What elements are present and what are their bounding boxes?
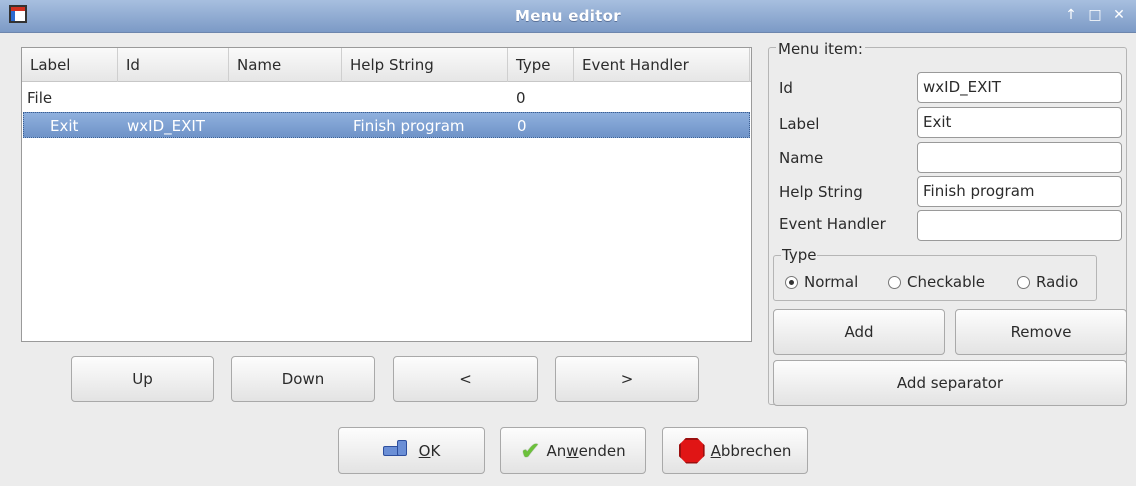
apply-button[interactable]: ✔ Anwenden <box>500 427 646 474</box>
help-string-label: Help String <box>779 183 863 201</box>
up-button[interactable]: Up <box>71 356 214 402</box>
type-checkable-radio[interactable]: Checkable <box>888 273 985 291</box>
name-field[interactable] <box>917 142 1122 173</box>
radio-unchecked-icon <box>888 275 901 289</box>
down-button[interactable]: Down <box>231 356 375 402</box>
menu-items-list[interactable]: Label Id Name Help String Type Event Han… <box>21 47 752 342</box>
type-normal-label: Normal <box>804 273 859 291</box>
row-type: 0 <box>516 89 526 107</box>
row-help: Finish program <box>353 117 465 135</box>
menu-item-group-title: Menu item: <box>776 40 865 58</box>
id-field[interactable]: wxID_EXIT <box>917 72 1122 103</box>
type-radio-radio[interactable]: Radio <box>1017 273 1078 291</box>
add-button[interactable]: Add <box>773 309 945 355</box>
radio-unchecked-icon <box>1017 275 1030 289</box>
help-string-field[interactable]: Finish program <box>917 176 1122 207</box>
ok-button[interactable]: OK <box>338 427 485 474</box>
column-help-string[interactable]: Help String <box>342 48 508 82</box>
ok-label: OK <box>418 441 441 460</box>
outdent-button[interactable]: < <box>393 356 538 402</box>
row-label: Exit <box>50 117 79 135</box>
row-label: File <box>27 89 53 107</box>
indent-button[interactable]: > <box>555 356 699 402</box>
column-name[interactable]: Name <box>229 48 342 82</box>
cancel-label: Abbrechen <box>710 441 792 460</box>
list-header: Label Id Name Help String Type Event Han… <box>22 48 751 82</box>
column-label[interactable]: Label <box>22 48 118 82</box>
ok-arrow-icon <box>382 439 411 462</box>
radio-checked-icon <box>785 275 798 289</box>
check-icon: ✔ <box>520 436 541 465</box>
id-label: Id <box>779 79 793 97</box>
title-bar: Menu editor ↑ □ ✕ <box>0 0 1136 33</box>
event-handler-field[interactable] <box>917 210 1122 241</box>
column-event-handler[interactable]: Event Handler <box>574 48 750 82</box>
type-checkable-label: Checkable <box>907 273 985 291</box>
label-label: Label <box>779 115 820 133</box>
label-field[interactable]: Exit <box>917 107 1122 138</box>
row-id: wxID_EXIT <box>127 117 205 135</box>
remove-button[interactable]: Remove <box>955 309 1127 355</box>
row-type: 0 <box>517 117 527 135</box>
name-label: Name <box>779 149 824 167</box>
add-separator-button[interactable]: Add separator <box>773 360 1127 406</box>
list-row-file[interactable]: File 0 <box>23 85 750 111</box>
list-row-exit[interactable]: Exit wxID_EXIT Finish program 0 <box>23 112 750 138</box>
column-type[interactable]: Type <box>508 48 574 82</box>
column-id[interactable]: Id <box>118 48 229 82</box>
type-normal-radio[interactable]: Normal <box>785 273 858 291</box>
cancel-button[interactable]: Abbrechen <box>662 427 808 474</box>
shade-icon[interactable]: ↑ <box>1064 7 1078 23</box>
close-icon[interactable]: ✕ <box>1112 7 1126 23</box>
type-group-title: Type <box>781 246 818 264</box>
stop-icon <box>678 437 705 464</box>
window-title: Menu editor <box>515 7 621 25</box>
event-handler-label: Event Handler <box>779 215 886 233</box>
apply-label: Anwenden <box>546 441 626 460</box>
type-radio-label: Radio <box>1036 273 1079 291</box>
maximize-icon[interactable]: □ <box>1088 7 1102 23</box>
